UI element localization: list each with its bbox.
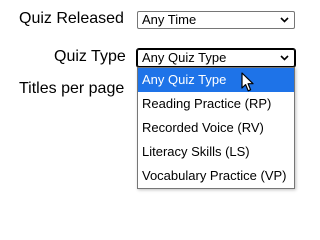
quiz-type-label: Quiz Type — [54, 48, 126, 65]
quiz-type-value: Any Quiz Type — [142, 50, 227, 65]
quiz-released-select[interactable]: Any Time — [137, 11, 295, 29]
chevron-down-icon — [280, 55, 289, 61]
quiz-filter-form: Quiz Released Any Time Quiz Type Any Qui… — [0, 0, 312, 207]
quiz-released-value: Any Time — [142, 12, 197, 27]
quiz-type-option-literacy-skills[interactable]: Literacy Skills (LS) — [138, 140, 294, 164]
quiz-type-option-vocabulary-practice[interactable]: Vocabulary Practice (VP) — [138, 164, 294, 188]
quiz-type-select[interactable]: Any Quiz Type — [136, 48, 296, 68]
quiz-type-option-recorded-voice[interactable]: Recorded Voice (RV) — [138, 116, 294, 140]
quiz-released-label: Quiz Released — [19, 10, 124, 27]
mouse-cursor-icon — [241, 72, 254, 92]
chevron-down-icon — [280, 17, 289, 23]
quiz-type-option-any[interactable]: Any Quiz Type — [138, 68, 294, 92]
titles-per-page-label: Titles per page — [19, 80, 125, 97]
quiz-type-option-reading-practice[interactable]: Reading Practice (RP) — [138, 92, 294, 116]
quiz-type-dropdown-list: Any Quiz Type Reading Practice (RP) Reco… — [137, 67, 295, 189]
